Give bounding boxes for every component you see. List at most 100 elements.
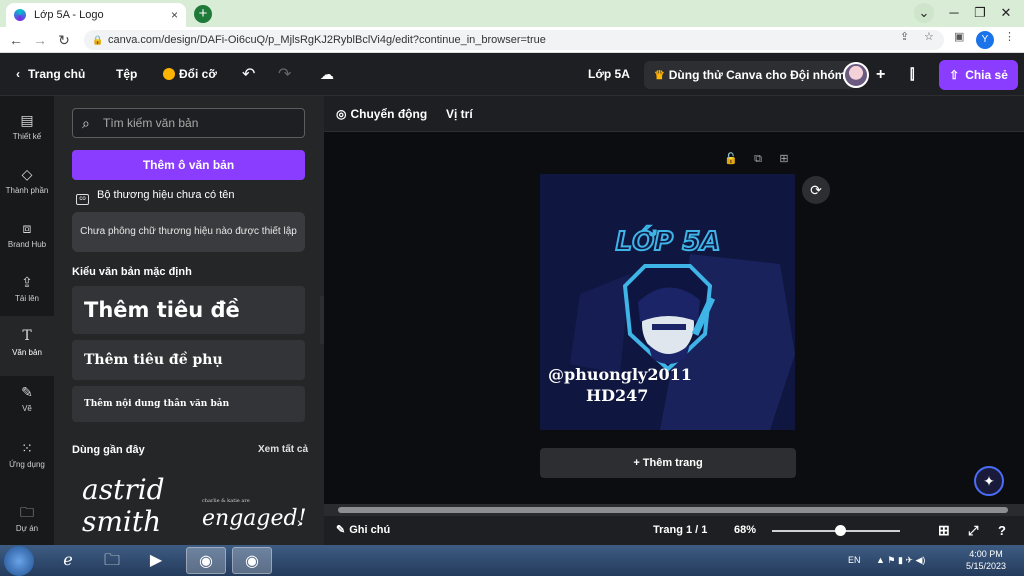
rail-item-design[interactable]: ▤ Thiết kế (0, 100, 54, 160)
add-body-text-button[interactable]: Thêm nội dung thân văn bản (72, 386, 305, 422)
add-page-icon[interactable]: ⊞ (777, 152, 791, 166)
reload-icon[interactable]: ↻ (54, 30, 74, 50)
insights-chart-icon[interactable]: ⫿ (910, 53, 914, 96)
bookmark-star-icon[interactable]: ☆ (924, 30, 934, 43)
help-icon[interactable]: ? (998, 516, 1006, 545)
language-indicator[interactable]: EN (848, 545, 861, 576)
design-title[interactable]: Lớp 5A (588, 53, 630, 96)
profile-avatar[interactable]: Y (976, 31, 994, 49)
undo-icon[interactable]: ↶ (242, 53, 255, 96)
redo-icon[interactable]: ↷ (278, 53, 291, 96)
text-icon: T (22, 328, 32, 344)
add-subheading-button[interactable]: Thêm tiêu đề phụ (72, 340, 305, 380)
team-trial-button[interactable]: ♛ Dùng thử Canva cho Đội nhóm (644, 61, 856, 89)
zoom-percentage[interactable]: 68% (734, 516, 756, 545)
tab-close-icon[interactable]: × (171, 8, 178, 22)
magic-sparkle-icon[interactable]: ✦ (974, 466, 1004, 496)
forward-arrow-icon[interactable]: → (30, 30, 50, 50)
design-page[interactable]: LỚP 5A @phuongly2011 HD247 (540, 174, 795, 430)
search-input[interactable]: ⌕ Tìm kiếm văn bản (72, 108, 305, 138)
resize-button[interactable]: Đổi cỡ (163, 53, 217, 96)
recent-title: Dùng gần đây (72, 444, 145, 456)
tab-title: Lớp 5A - Logo (34, 9, 104, 21)
tray-icons[interactable]: ▲ ⚑ ▮ ✈ ◀) (876, 545, 925, 576)
browser-toolbar: ← → ↻ 🔒 canva.com/design/DAFi-Oi6cuQ/p_M… (0, 27, 1024, 53)
add-heading-button[interactable]: Thêm tiêu đề (72, 286, 305, 334)
browser-tab-active[interactable]: Lớp 5A - Logo × (6, 3, 186, 27)
rail-item-draw[interactable]: ✎ Vẽ (0, 372, 54, 432)
os-taskbar: ℯ 🗀 ▶ ◉ ◉ EN ▲ ⚑ ▮ ✈ ◀) 4:00 PM 5/15/202… (0, 545, 1024, 576)
start-button[interactable] (4, 546, 34, 576)
brand-kit-label[interactable]: co Bộ thương hiệu chưa có tên (76, 189, 235, 205)
rail-item-text[interactable]: T Văn bản (0, 316, 54, 376)
search-placeholder: Tìm kiếm văn bản (103, 116, 199, 130)
position-button[interactable]: Vị trí (446, 96, 473, 132)
clock[interactable]: 4:00 PM 5/15/2023 (958, 548, 1014, 572)
chrome-profile-icon[interactable]: ◉ (232, 547, 272, 574)
rail-item-uploads[interactable]: ⇪ Tải lên (0, 262, 54, 322)
draw-icon: ✎ (21, 384, 33, 400)
recent-text-astrid-smith[interactable]: astrid smith (82, 474, 182, 538)
crown-coin-icon (163, 68, 175, 80)
add-textbox-button[interactable]: Thêm ô văn bản (72, 150, 305, 180)
lock-icon: 🔒 (92, 35, 104, 45)
rail-item-projects[interactable]: 🗀 Dự án (0, 492, 54, 552)
scrollbar-thumb[interactable] (338, 507, 1008, 513)
regenerate-icon[interactable]: ⟳ (802, 176, 830, 204)
rail-item-apps[interactable]: ⁙ Ứng dụng (0, 428, 54, 488)
file-menu[interactable]: Tệp (116, 53, 137, 96)
apps-icon: ⁙ (21, 440, 33, 456)
recent-text-engaged[interactable]: charlie & katie are engaged! (202, 498, 306, 531)
animate-button[interactable]: ◎ Chuyển động (336, 96, 427, 132)
page-indicator[interactable]: Trang 1 / 1 (653, 516, 707, 545)
layout-icon: ▤ (20, 112, 34, 128)
logo-artwork: LỚP 5A @phuongly2011 HD247 (548, 224, 795, 430)
duplicate-page-icon[interactable]: ⧉ (751, 152, 765, 166)
share-page-icon[interactable]: ⇪ (900, 30, 909, 43)
notes-button[interactable]: ✎ Ghi chú (336, 516, 390, 545)
chrome-icon[interactable]: ◉ (186, 547, 226, 574)
chevron-right-icon[interactable]: › (297, 514, 302, 530)
context-toolbar: ◎ Chuyển động Vị trí (324, 96, 1024, 132)
restore-icon[interactable]: ❐ (966, 2, 994, 24)
menu-dots-icon[interactable]: ⋮ (1004, 30, 1015, 43)
canva-favicon-icon (14, 9, 26, 21)
add-collaborator-icon[interactable]: + (876, 53, 885, 96)
add-page-button[interactable]: + Thêm trang (540, 448, 796, 478)
rail-item-brand-hub[interactable]: ⧈ Brand Hub (0, 208, 54, 268)
chevron-left-icon: ‹ (16, 67, 20, 81)
design-handle-text: @phuongly2011 (548, 365, 692, 384)
grid-view-icon[interactable]: ⊞ (938, 516, 950, 545)
cloud-saved-icon[interactable]: ☁ (320, 53, 334, 96)
editor-top-bar: ‹ Trang chủ Tệp Đổi cỡ ↶ ↷ ☁ Lớp 5A ♛ Dùng… (0, 53, 1024, 96)
upload-icon: ⇪ (21, 274, 33, 290)
file-explorer-icon[interactable]: 🗀 (92, 547, 132, 574)
new-tab-button[interactable]: + (194, 5, 212, 23)
home-button[interactable]: ‹ Trang chủ (16, 53, 85, 96)
horizontal-scrollbar[interactable] (324, 504, 1024, 516)
fullscreen-icon[interactable]: ⤢ (968, 516, 978, 545)
see-all-link[interactable]: Xem tất cả (258, 444, 308, 455)
folder-icon: 🗀 (20, 504, 34, 520)
back-arrow-icon[interactable]: ← (6, 30, 26, 50)
user-avatar[interactable] (843, 62, 869, 88)
background-shape-left (570, 274, 630, 374)
lock-page-icon[interactable]: 🔓 (724, 152, 738, 166)
search-icon: ⌕ (82, 115, 90, 131)
close-window-icon[interactable]: ✕ (992, 2, 1020, 24)
shapes-icon: ◇ (21, 166, 33, 182)
minimize-icon[interactable]: ─ (940, 2, 968, 24)
tab-search-icon[interactable]: ⌄ (914, 3, 934, 23)
ie-icon[interactable]: ℯ (48, 547, 88, 574)
default-styles-title: Kiểu văn bản mặc định (72, 266, 192, 278)
share-button[interactable]: ⇧ Chia sẻ (939, 60, 1018, 90)
no-brand-fonts-notice: Chưa phông chữ thương hiệu nào được thiế… (72, 212, 305, 252)
mascot-eyes (652, 324, 686, 330)
address-bar[interactable]: 🔒 canva.com/design/DAFi-Oi6cuQ/p_MjlsRgK… (84, 30, 944, 50)
zoom-slider-knob[interactable] (835, 525, 846, 536)
browser-tab-strip: Lớp 5A - Logo × + ⌄ ─ ❐ ✕ (0, 0, 1024, 27)
editor-bottom-bar: ✎ Ghi chú Trang 1 / 1 68% ⊞ ⤢ ? (324, 516, 1024, 545)
media-player-icon[interactable]: ▶ (136, 547, 176, 574)
rail-item-elements[interactable]: ◇ Thành phần (0, 154, 54, 214)
side-panel-icon[interactable]: ▣ (954, 30, 964, 43)
